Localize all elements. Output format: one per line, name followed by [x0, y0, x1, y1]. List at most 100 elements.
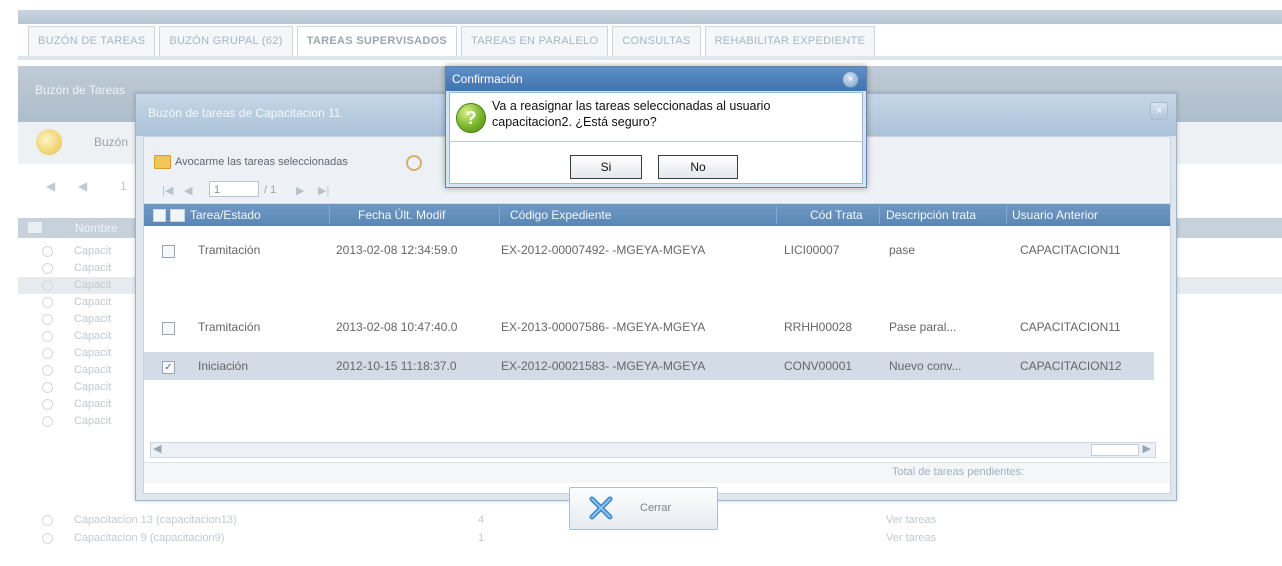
tab-buzon-tareas[interactable]: BUZÓN DE TAREAS: [28, 26, 156, 57]
no-button[interactable]: No: [658, 155, 738, 179]
table-row[interactable]: Tramitación 2013-02-08 12:34:59.0 EX-2012-…: [144, 227, 1154, 287]
cell-usuario: CAPACITACION11: [1020, 320, 1121, 334]
table-row[interactable]: Tramitación 2013-02-08 10:47:40.0 EX-2013-…: [144, 287, 1154, 352]
row-radio[interactable]: [42, 515, 53, 526]
row-name: Capacit: [74, 398, 112, 410]
page-number-input[interactable]: 1: [209, 181, 259, 197]
tab-consultas[interactable]: CONSULTAS: [612, 26, 701, 57]
cell-fecha: 2013-02-08 12:34:59.0: [336, 243, 458, 257]
row-name: Capacit: [74, 296, 112, 308]
cerrar-label: Cerrar: [640, 502, 672, 514]
row-radio[interactable]: [42, 314, 53, 325]
scroll-left-icon[interactable]: ◀: [153, 442, 161, 455]
first-page-icon[interactable]: ◀: [46, 179, 55, 193]
row-name: Capacit: [74, 279, 112, 291]
section-title: Buzón de Tareas: [35, 83, 125, 97]
status-bar: Total de tareas pendientes:: [144, 462, 1170, 483]
col-cod-trata[interactable]: Cód Trata: [810, 208, 863, 222]
row-checkbox[interactable]: [162, 245, 175, 258]
confirm-title: Confirmación: [452, 72, 523, 86]
col-codigo[interactable]: Código Expediente: [510, 208, 611, 222]
cell-fecha: 2013-02-08 10:47:40.0: [336, 320, 458, 334]
cell-descripcion: Pase paral...: [889, 320, 957, 334]
col-descripcion[interactable]: Descripción trata: [886, 208, 976, 222]
row-radio[interactable]: [42, 416, 53, 427]
col-usuario-anterior[interactable]: Usuario Anterior: [1012, 208, 1098, 222]
confirm-body: ? Va a reasignar las tareas seleccionada…: [449, 92, 863, 184]
table-row[interactable]: ✓ Iniciación 2012-10-15 11:18:37.0 EX-2012-…: [144, 352, 1154, 380]
tab-buzon-grupal[interactable]: BUZÓN GRUPAL (62): [159, 26, 293, 57]
dialog-title: Buzón de tareas de Capacitacion 11: [148, 106, 341, 120]
cell-tarea: Iniciación: [198, 359, 249, 373]
confirm-titlebar[interactable]: Confirmación: [446, 67, 866, 91]
cell-codigo[interactable]: EX-2012-00007492- -MGEYA-MGEYA: [501, 243, 705, 257]
cell-fecha: 2012-10-15 11:18:37.0: [336, 359, 457, 373]
row-name: Capacit: [74, 330, 112, 342]
row-checkbox[interactable]: ✓: [162, 361, 175, 374]
select-all-checkbox[interactable]: [28, 222, 42, 233]
folder-icon: [154, 155, 171, 169]
row-name: Capacit: [74, 313, 112, 325]
next-page-icon[interactable]: ▶: [296, 184, 304, 197]
cell-codigo[interactable]: EX-2012-00021583- -MGEYA-MGEYA: [501, 359, 705, 373]
row-radio[interactable]: [42, 297, 53, 308]
top-banner: [18, 10, 1282, 24]
main-tabs: BUZÓN DE TAREAS BUZÓN GRUPAL (62) TAREAS…: [28, 26, 876, 57]
row-radio[interactable]: [42, 263, 53, 274]
select-all-icon[interactable]: [170, 209, 185, 222]
select-all-checkbox[interactable]: [153, 209, 166, 222]
row-radio[interactable]: [42, 533, 53, 544]
row-name: Capacit: [74, 262, 112, 274]
grid-header: Tarea/Estado Fecha Últ. Modif Código Exp…: [144, 204, 1170, 226]
close-icon[interactable]: ×: [1150, 102, 1168, 120]
user-icon: [36, 129, 62, 155]
row-name: Capacit: [74, 381, 112, 393]
base-column-header[interactable]: Nombre: [75, 221, 118, 235]
ver-tareas-link[interactable]: Ver tareas: [886, 532, 936, 544]
row-name: Capacit: [74, 245, 112, 257]
row-radio[interactable]: [42, 399, 53, 410]
prev-page-icon[interactable]: ◀: [184, 184, 192, 197]
cell-codigo[interactable]: EX-2013-00007586- -MGEYA-MGEYA: [501, 320, 705, 334]
avocarme-button[interactable]: Avocarme las tareas seleccionadas: [154, 155, 348, 169]
confirm-message: Va a reasignar las tareas seleccionadas …: [492, 99, 771, 129]
confirmation-dialog: Confirmación × ? Va a reasignar las tare…: [445, 66, 867, 188]
row-radio[interactable]: [42, 382, 53, 393]
cell-tarea: Tramitación: [198, 320, 261, 334]
row-name: Capacit: [74, 364, 112, 376]
table-row[interactable]: Capacitacion 9 (capacitacion9) 1 Ver tarea…: [18, 530, 1282, 547]
row-name: Capacit: [74, 347, 112, 359]
last-page-icon[interactable]: ▶|: [318, 184, 329, 197]
tab-underline: [18, 56, 1282, 60]
col-fecha[interactable]: Fecha Últ. Modif: [358, 208, 445, 222]
scroll-thumb[interactable]: [1091, 444, 1139, 456]
scroll-right-icon[interactable]: ▶: [1143, 442, 1151, 455]
cell-cod-trata: CONV00001: [784, 359, 853, 373]
base-page-number[interactable]: 1: [120, 179, 127, 193]
row-count: 4: [478, 514, 485, 526]
row-radio[interactable]: [42, 246, 53, 257]
avocarme-label: Avocarme las tareas seleccionadas: [175, 156, 348, 168]
row-radio[interactable]: [42, 331, 53, 342]
row-radio[interactable]: [42, 280, 53, 291]
cell-descripcion: pase: [889, 243, 916, 257]
question-icon: ?: [456, 103, 486, 133]
prev-page-icon[interactable]: ◀: [78, 179, 87, 193]
col-tarea-estado[interactable]: Tarea/Estado: [190, 208, 261, 222]
row-radio[interactable]: [42, 348, 53, 359]
tab-rehabilitar-expediente[interactable]: REHABILITAR EXPEDIENTE: [704, 26, 876, 57]
tab-tareas-paralelo[interactable]: TAREAS EN PARALELO: [461, 26, 609, 57]
horizontal-scrollbar[interactable]: ◀ ▶: [150, 442, 1156, 458]
ver-tareas-link[interactable]: Ver tareas: [886, 514, 936, 526]
row-name: Capacit: [74, 415, 112, 427]
cell-usuario: CAPACITACION12: [1020, 359, 1122, 373]
tab-tareas-supervisados[interactable]: TAREAS SUPERVISADOS: [296, 26, 458, 57]
row-checkbox[interactable]: [162, 322, 175, 335]
refresh-icon[interactable]: [406, 155, 422, 171]
row-radio[interactable]: [42, 365, 53, 376]
cerrar-button[interactable]: Cerrar: [569, 487, 718, 530]
divider: [450, 141, 862, 142]
close-icon[interactable]: ×: [842, 71, 859, 88]
yes-button[interactable]: Si: [570, 155, 642, 179]
first-page-icon[interactable]: |◀: [162, 184, 173, 197]
